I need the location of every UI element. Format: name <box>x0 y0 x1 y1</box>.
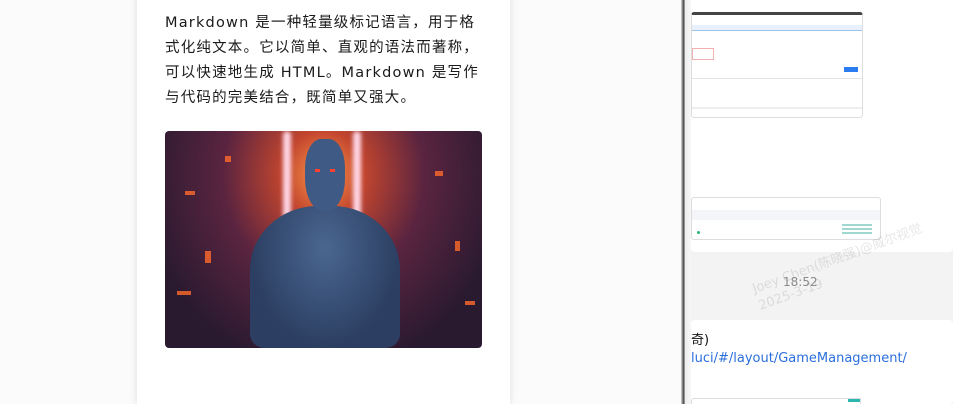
article-image[interactable] <box>165 131 482 348</box>
screenshot-thumbnail[interactable] <box>691 398 861 404</box>
screenshot-thumbnail[interactable] <box>691 197 881 240</box>
game-management-link[interactable]: luci/#/layout/GameManagement/ <box>691 351 907 366</box>
markdown-paragraph: Markdown 是一种轻量级标记语言，用于格式化纯文本。它以简单、直观的语法而… <box>165 15 479 106</box>
message-text: 奇) <box>691 333 710 348</box>
panel-edge <box>681 0 691 404</box>
markdown-preview-card: Markdown 是一种轻量级标记语言，用于格式化纯文本。它以简单、直观的语法而… <box>137 0 510 404</box>
chat-panel: Joey Chen(陈晓强)@威尔视觉 2025-3-19 18:52 奇) lu… <box>691 0 953 404</box>
screen: Markdown 是一种轻量级标记语言，用于格式化纯文本。它以简单、直观的语法而… <box>0 0 953 404</box>
screenshot-thumbnail[interactable] <box>691 12 863 118</box>
chat-message: 奇) luci/#/layout/GameManagement/ <box>691 320 953 404</box>
message-timestamp: 18:52 <box>783 275 818 289</box>
chat-message <box>691 0 953 252</box>
